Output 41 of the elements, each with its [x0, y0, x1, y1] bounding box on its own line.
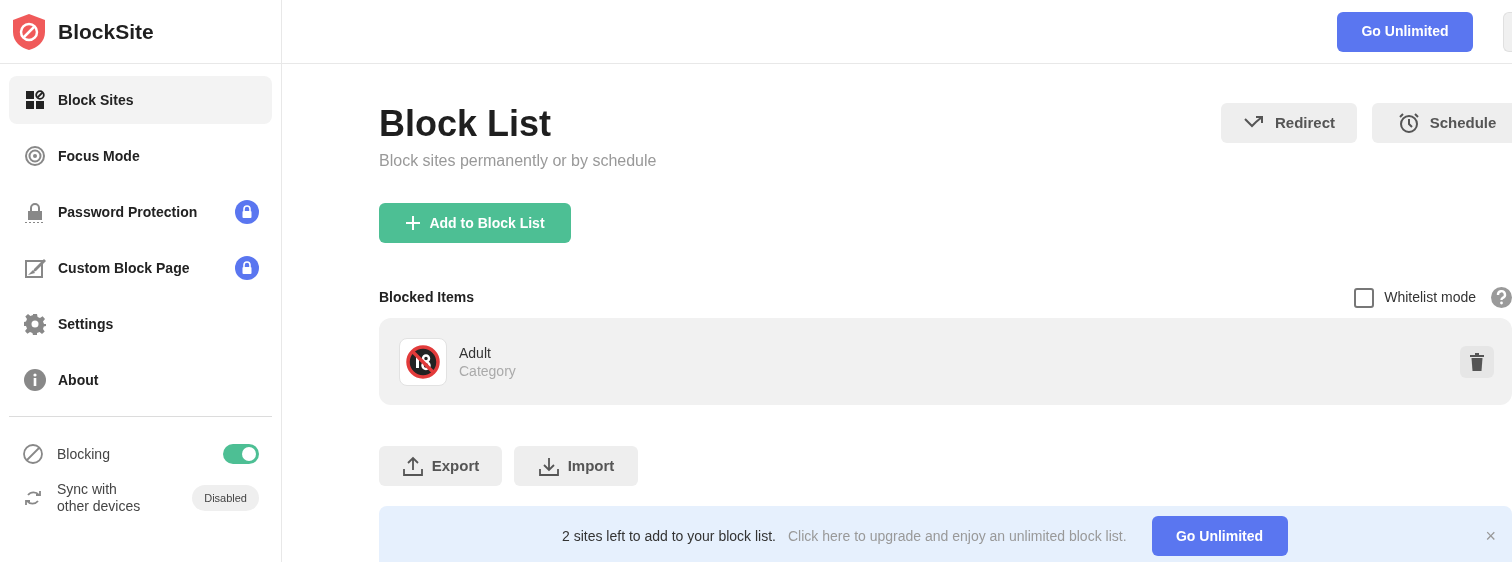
toolbar-button[interactable]: Schedule: [1372, 103, 1512, 143]
info-icon: [24, 369, 46, 391]
whitelist-label: Whitelist mode: [1384, 288, 1476, 307]
upgrade-button[interactable]: Go Unlimited: [1337, 11, 1473, 52]
banner-message: 2 sites left to add to your block list.: [562, 526, 776, 546]
delete-button[interactable]: [1460, 345, 1494, 378]
shield-logo-icon: [10, 11, 48, 52]
upload-icon: [401, 455, 424, 477]
sidebar-item[interactable]: Password Protection: [9, 188, 272, 236]
page-subtitle: Block sites permanently or by schedule: [379, 151, 657, 171]
export-button[interactable]: Export: [379, 446, 502, 486]
sync-label: Sync with other devices: [57, 481, 142, 515]
upgrade-button[interactable]: Go Unlimited: [1151, 516, 1288, 556]
app-name: BlockSite: [58, 18, 154, 45]
padlock-icon: [24, 201, 46, 223]
toolbar-button[interactable]: Redirect: [1221, 103, 1357, 143]
import-button[interactable]: Import: [514, 446, 638, 486]
trash-icon: [1470, 352, 1484, 371]
item-name: Adult: [459, 343, 492, 362]
settings-icon: [24, 313, 46, 335]
sidebar-item[interactable]: Settings: [9, 300, 272, 348]
brush-icon: [24, 257, 46, 279]
sync-status-badge: Disabled: [192, 484, 259, 512]
sidebar-item[interactable]: Custom Block Page: [9, 244, 272, 292]
no-under-18-icon: [406, 344, 440, 379]
sidebar-item[interactable]: About: [9, 356, 272, 404]
item-type: Category: [459, 361, 516, 380]
help-icon[interactable]: [1491, 287, 1512, 308]
sidebar-item[interactable]: Block Sites: [9, 76, 272, 124]
section-title: Blocked Items: [379, 288, 474, 307]
blocking-label: Blocking: [57, 444, 110, 464]
sidebar-item[interactable]: Focus Mode: [9, 132, 272, 180]
blocking-toggle[interactable]: [223, 444, 259, 464]
alarm-clock-icon: [1397, 112, 1420, 134]
blocks-icon: [24, 89, 46, 111]
whitelist-checkbox[interactable]: [1354, 287, 1375, 308]
download-icon: [537, 455, 560, 477]
page-title: Block List: [379, 102, 553, 146]
target-icon: [24, 145, 46, 167]
prohibited-icon: [22, 443, 44, 465]
plus-icon: [405, 215, 422, 231]
